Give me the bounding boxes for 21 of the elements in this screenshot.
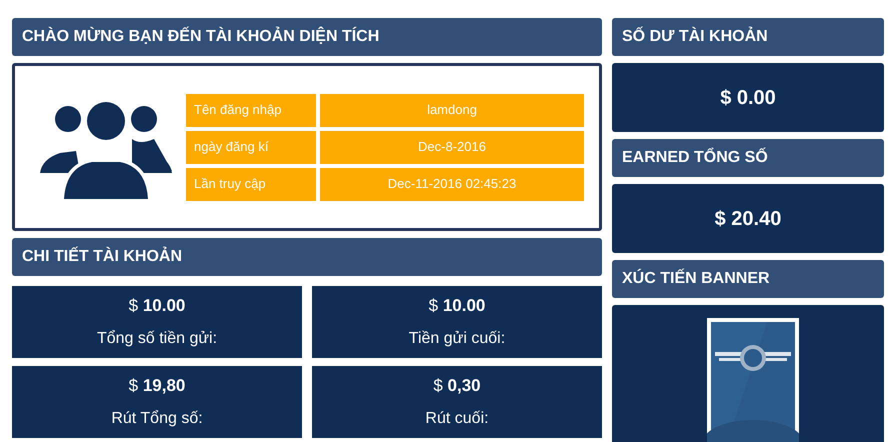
stat-amount: $ 19,80 (128, 375, 186, 398)
info-label: ngày đăng kí (186, 130, 316, 164)
section-header: XÚC TIẾN BANNER (612, 260, 884, 298)
info-value: Dec-8-2016 (320, 130, 584, 164)
section-header: CHÀO MỪNG BẠN ĐẾN TÀI KHOẢN DIỆN TÍCH (12, 18, 602, 56)
info-label: Lần truy cập (186, 168, 316, 200)
stat-label: Rút cuối: (425, 408, 489, 429)
section-header: CHI TIẾT TÀI KHOẢN (12, 238, 602, 276)
stat-amount: $ 0,30 (433, 375, 481, 398)
stat-amount: $ 10.00 (428, 295, 486, 318)
info-value: Dec-11-2016 02:45:23 (320, 168, 584, 200)
section-header: SỐ DƯ TÀI KHOẢN (612, 18, 884, 56)
section-header: EARNED TỔNG SỐ (612, 139, 884, 177)
info-value: lamdong (320, 94, 584, 126)
earned-value: $ 20.40 (714, 206, 782, 232)
stat-label: Rút Tổng số: (111, 408, 203, 429)
stat-label: Tổng số tiền gửi: (96, 328, 218, 349)
info-label: Tên đăng nhập (186, 94, 316, 126)
stat-label: Tiền gửi cuối: (408, 328, 506, 349)
stat-amount: $ 10.00 (128, 295, 186, 318)
balance-value: $ 0.00 (720, 86, 776, 110)
